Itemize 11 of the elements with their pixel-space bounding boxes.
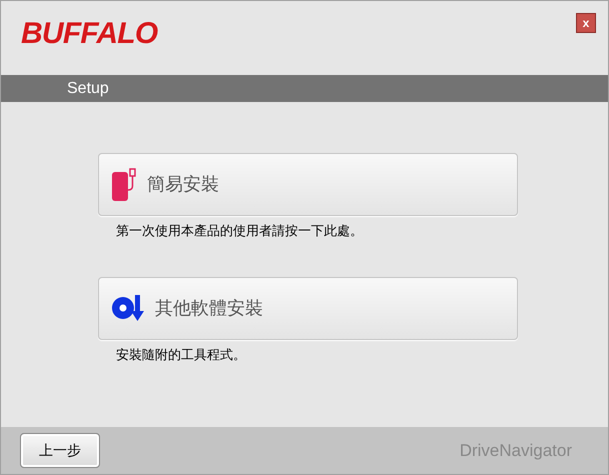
option-description: 第一次使用本產品的使用者請按一下此處。	[115, 222, 364, 240]
setup-title: Setup	[67, 78, 109, 98]
close-button[interactable]: x	[576, 13, 596, 33]
brand-name: DriveNavigator	[460, 440, 572, 462]
drive-icon	[111, 168, 137, 202]
buffalo-logo: BUFFALO	[20, 19, 158, 49]
option-description: 安裝隨附的工具程式。	[115, 346, 247, 364]
back-button[interactable]: 上一步	[21, 434, 99, 467]
install-option-button[interactable]: 簡易安裝	[98, 153, 518, 216]
disc-download-icon	[111, 293, 145, 323]
install-option-button[interactable]: 其他軟體安裝	[98, 276, 518, 340]
